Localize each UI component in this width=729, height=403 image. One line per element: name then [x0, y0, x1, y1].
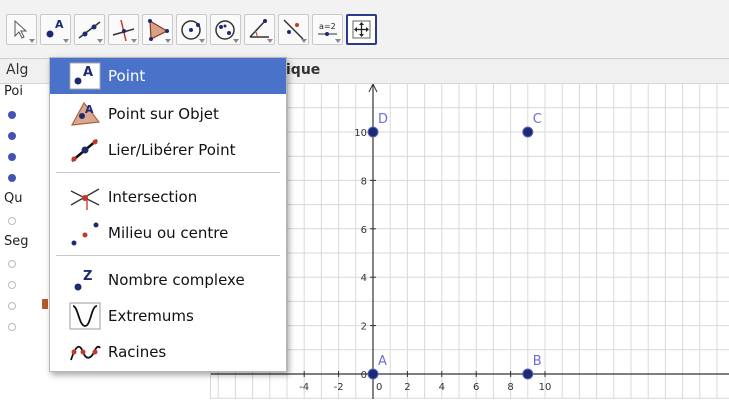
midpoint-icon: [71, 222, 99, 246]
point-c[interactable]: [522, 126, 534, 138]
point-label-a: A: [378, 354, 387, 369]
point-label-b: B: [533, 354, 542, 369]
menu-item-complex-number[interactable]: Z Nombre complexe: [50, 262, 286, 298]
tool-line[interactable]: [74, 14, 105, 45]
quad-visibility-circle[interactable]: [8, 217, 16, 225]
segment-a-visibility-circle[interactable]: [8, 260, 16, 268]
tool-perpendicular[interactable]: [108, 14, 139, 45]
x-tick-label: 10: [539, 382, 552, 393]
tool-slider[interactable]: a=2: [312, 14, 343, 45]
y-tick-label: 6: [361, 225, 367, 236]
point-label-c: C: [533, 112, 542, 127]
x-tick-label: 4: [439, 382, 445, 393]
slider-text: a=2: [319, 22, 336, 31]
graphics-view[interactable]: -4 -2 0 2 4 6 8 10 0 2 4 6 8 10 A B C D: [210, 82, 729, 399]
x-tick-label: 6: [473, 382, 479, 393]
point-d[interactable]: [367, 126, 379, 138]
tool-angle[interactable]: [244, 14, 275, 45]
menu-separator: [56, 172, 280, 173]
x-tick-label: 0: [376, 382, 382, 393]
menu-item-label: Racines: [108, 343, 167, 361]
algebra-group-segments[interactable]: Seg: [4, 234, 29, 249]
menu-item-label: Point: [108, 67, 146, 85]
menu-item-intersection[interactable]: Intersection: [50, 179, 286, 215]
tool-circle[interactable]: [176, 14, 207, 45]
y-tick-label: 4: [361, 273, 367, 284]
segment-d-visibility-circle[interactable]: [8, 323, 16, 331]
point-a-visibility-dot[interactable]: [8, 111, 16, 119]
menu-item-label: Lier/Libérer Point: [108, 141, 236, 159]
segment-color-swatch: [42, 299, 48, 309]
complex-number-icon: Z: [74, 269, 92, 291]
y-tick-label: 8: [361, 176, 367, 187]
menu-item-label: Milieu ou centre: [108, 224, 229, 242]
point-c-visibility-dot[interactable]: [8, 153, 16, 161]
x-tick-label: 2: [404, 382, 410, 393]
coordinate-plane[interactable]: -4 -2 0 2 4 6 8 10 0 2 4 6 8 10 A B C D: [211, 82, 729, 399]
x-tick-label: 8: [507, 382, 513, 393]
move-graphics-view-icon: [352, 20, 371, 39]
tool-polygon[interactable]: [142, 14, 173, 45]
toolbar: A a=2: [0, 0, 729, 59]
tool-reflect[interactable]: [278, 14, 309, 45]
menu-item-midpoint[interactable]: Milieu ou centre: [50, 215, 286, 251]
tool-move-graphics[interactable]: [346, 14, 377, 45]
graphics-view-title[interactable]: ique: [286, 62, 320, 78]
x-tick-label: -2: [334, 382, 344, 393]
point-a[interactable]: [367, 368, 379, 380]
tool-conic[interactable]: [210, 14, 241, 45]
svg-text:A: A: [83, 65, 93, 80]
menu-item-label: Nombre complexe: [108, 271, 245, 289]
segment-b-visibility-circle[interactable]: [8, 281, 16, 289]
menu-item-attach-detach-point[interactable]: Lier/Libérer Point: [50, 132, 286, 168]
tool-point[interactable]: A: [40, 14, 71, 45]
point-d-visibility-dot[interactable]: [8, 174, 16, 182]
point-b-visibility-dot[interactable]: [8, 132, 16, 140]
svg-text:A: A: [55, 18, 64, 31]
point-tools-menu: A Point A Point sur Objet Lier/Libérer P…: [49, 57, 287, 372]
tool-move[interactable]: [6, 14, 37, 45]
menu-item-label: Intersection: [108, 188, 198, 206]
menu-item-label: Extremums: [108, 307, 194, 325]
menu-item-label: Point sur Objet: [108, 105, 219, 123]
svg-text:Z: Z: [83, 269, 92, 284]
menu-separator: [56, 255, 280, 256]
point-icon: A: [69, 62, 101, 90]
menu-item-point[interactable]: A Point: [50, 58, 286, 94]
roots-icon: [70, 345, 101, 361]
y-tick-label: 2: [361, 322, 367, 333]
algebra-group-points[interactable]: Poi: [4, 84, 23, 99]
point-on-object-icon: A: [70, 101, 101, 126]
point-label-d: D: [378, 112, 388, 127]
attach-detach-point-icon: [71, 139, 98, 162]
algebra-group-quadrilateral[interactable]: Qu: [4, 191, 22, 206]
y-tick-label: 10: [354, 128, 367, 139]
x-tick-label: -4: [299, 382, 309, 393]
intersection-icon: [70, 188, 100, 210]
menu-item-point-on-object[interactable]: A Point sur Objet: [50, 96, 286, 132]
algebra-view-title[interactable]: Alg: [6, 62, 28, 78]
segment-c-visibility-circle[interactable]: [8, 302, 16, 310]
menu-item-roots[interactable]: Racines: [50, 334, 286, 370]
svg-text:A: A: [85, 103, 94, 116]
extremum-icon: [69, 302, 101, 330]
menu-item-extremum[interactable]: Extremums: [50, 298, 286, 334]
y-tick-label: 0: [361, 370, 367, 381]
point-b[interactable]: [522, 368, 534, 380]
